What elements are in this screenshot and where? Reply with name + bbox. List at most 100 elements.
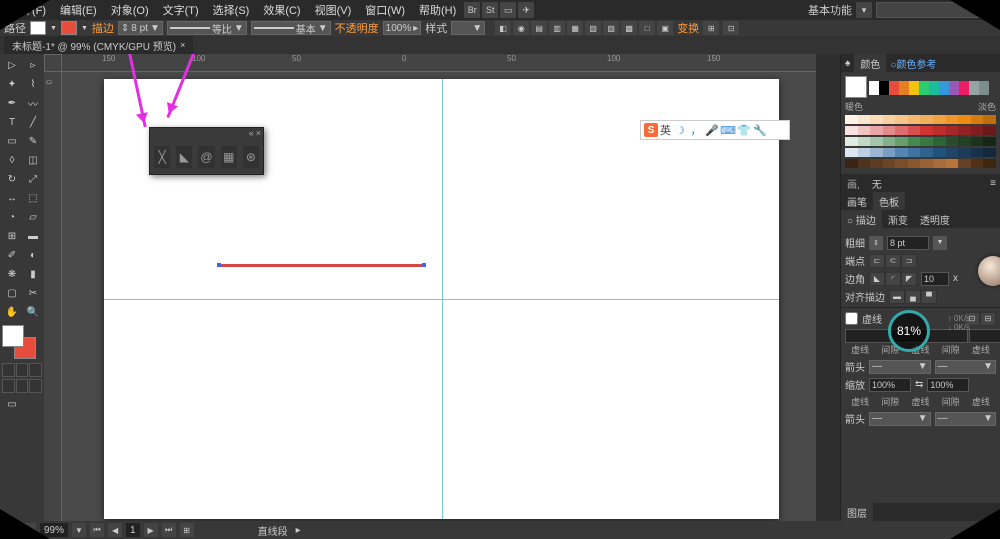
mesh-tool[interactable]: ⊞ bbox=[2, 227, 22, 245]
perspective-tool[interactable]: ▱ bbox=[23, 208, 43, 226]
width-profile-dropdown[interactable]: 等比▼ bbox=[167, 21, 247, 35]
symbol-sprayer-tool[interactable]: ❋ bbox=[2, 265, 22, 283]
align-outside-stroke-icon[interactable]: ▀ bbox=[921, 290, 937, 304]
blend-tool[interactable]: ◐ bbox=[23, 246, 43, 264]
spectrum-cell[interactable] bbox=[908, 137, 921, 146]
spectrum-cell[interactable] bbox=[920, 137, 933, 146]
spectrum-cell[interactable] bbox=[946, 126, 959, 135]
brush-spiral-icon[interactable]: @ bbox=[198, 146, 214, 168]
bridge-icon[interactable]: Br bbox=[464, 2, 480, 18]
panel-menu-icon[interactable]: ≡ bbox=[986, 178, 1000, 189]
spectrum-cell[interactable] bbox=[958, 115, 971, 124]
spectrum-cell[interactable] bbox=[920, 126, 933, 135]
spectrum-cell[interactable] bbox=[983, 159, 996, 168]
spectrum-cell[interactable] bbox=[870, 126, 883, 135]
spectrum-cell[interactable] bbox=[933, 137, 946, 146]
fill-color[interactable] bbox=[2, 325, 24, 347]
send-icon[interactable]: ✈ bbox=[518, 2, 534, 18]
align-icon[interactable]: ◧ bbox=[495, 21, 511, 35]
fill-dropdown-icon[interactable]: ▼ bbox=[50, 25, 57, 32]
graph-tool[interactable]: ▮ bbox=[23, 265, 43, 283]
scale-start-input[interactable] bbox=[869, 378, 911, 392]
document-tab[interactable]: 未标题-1* @ 99% (CMYK/GPU 预览) × bbox=[4, 36, 193, 55]
layers-tab[interactable]: 图层 bbox=[841, 503, 873, 522]
spectrum-cell[interactable] bbox=[983, 148, 996, 157]
opacity-label[interactable]: 不透明度 bbox=[335, 20, 379, 36]
spectrum-cell[interactable] bbox=[958, 148, 971, 157]
spectrum-cell[interactable] bbox=[983, 115, 996, 124]
artboard-tool[interactable]: ▢ bbox=[2, 284, 22, 302]
spectrum-cell[interactable] bbox=[933, 126, 946, 135]
spectrum-cell[interactable] bbox=[971, 137, 984, 146]
align-inside-stroke-icon[interactable]: ▄ bbox=[905, 290, 921, 304]
spectrum-cell[interactable] bbox=[946, 159, 959, 168]
brush-none[interactable]: ╳ bbox=[154, 146, 170, 168]
direct-selection-tool[interactable]: ▹ bbox=[23, 56, 43, 74]
color-spectrum[interactable] bbox=[845, 115, 996, 168]
guide-vertical[interactable] bbox=[442, 79, 443, 519]
curvature-tool[interactable]: 〰 bbox=[23, 94, 43, 112]
spectrum-cell[interactable] bbox=[895, 126, 908, 135]
spectrum-cell[interactable] bbox=[895, 115, 908, 124]
spectrum-cell[interactable] bbox=[895, 137, 908, 146]
brush-profile-dropdown[interactable]: 基本▼ bbox=[251, 21, 331, 35]
transparency-tab[interactable]: 透明度 bbox=[914, 210, 956, 229]
scale-end-input[interactable] bbox=[927, 378, 969, 392]
menu-object[interactable]: 对象(O) bbox=[105, 0, 155, 20]
spectrum-cell[interactable] bbox=[870, 148, 883, 157]
palette-tab[interactable]: 色板 bbox=[873, 192, 905, 211]
brush-panel[interactable]: « × ╳ ◣ @ ▦ ⊛ bbox=[149, 127, 264, 175]
opacity-input[interactable]: 100%▸ bbox=[383, 21, 422, 35]
arrow-end-dropdown[interactable]: —▼ bbox=[935, 360, 997, 374]
fill-stroke-box[interactable] bbox=[2, 325, 36, 359]
spectrum-cell[interactable] bbox=[971, 159, 984, 168]
spectrum-cell[interactable] bbox=[858, 148, 871, 157]
draw-behind-icon[interactable] bbox=[16, 379, 29, 393]
spectrum-cell[interactable] bbox=[870, 115, 883, 124]
swatch-cell[interactable] bbox=[929, 81, 939, 95]
pen-tool[interactable]: ✒ bbox=[2, 94, 22, 112]
scale-tool[interactable]: ⤢ bbox=[23, 170, 43, 188]
ime-toolbar[interactable]: S 英 ☽ ， 🎤 ⌨ 👕 🔧 bbox=[640, 120, 790, 140]
spectrum-cell[interactable] bbox=[883, 126, 896, 135]
menu-edit[interactable]: 编辑(E) bbox=[54, 0, 103, 20]
type-tool[interactable]: T bbox=[2, 113, 22, 131]
menu-help[interactable]: 帮助(H) bbox=[413, 0, 462, 20]
spectrum-cell[interactable] bbox=[971, 148, 984, 157]
dash-checkbox[interactable] bbox=[845, 312, 858, 325]
workspace-dropdown-icon[interactable]: ▾ bbox=[856, 2, 872, 18]
shape-builder-tool[interactable]: ◔ bbox=[2, 208, 22, 226]
corner-miter-icon[interactable]: ◣ bbox=[869, 272, 885, 286]
spectrum-cell[interactable] bbox=[870, 137, 883, 146]
status-dropdown-icon[interactable]: ▸ bbox=[296, 525, 301, 536]
ime-mic-icon[interactable]: 🎤 bbox=[705, 123, 719, 137]
spectrum-cell[interactable] bbox=[883, 115, 896, 124]
spectrum-cell[interactable] bbox=[845, 148, 858, 157]
weight-dropdown-icon[interactable]: ▼ bbox=[933, 236, 947, 250]
stroke-tab[interactable]: ○ 描边 bbox=[841, 210, 882, 229]
lasso-tool[interactable]: ⌇ bbox=[23, 75, 43, 93]
cap-square-icon[interactable]: ⊐ bbox=[901, 254, 917, 268]
recolor-icon[interactable]: ◉ bbox=[513, 21, 529, 35]
spectrum-cell[interactable] bbox=[946, 137, 959, 146]
menu-window[interactable]: 窗口(W) bbox=[359, 0, 411, 20]
stroke-swatch[interactable] bbox=[61, 21, 77, 35]
brush-tab[interactable]: 画笔 bbox=[841, 192, 873, 211]
artboard-prev3-icon[interactable]: ◀ bbox=[108, 523, 122, 537]
swatch-cell[interactable] bbox=[959, 81, 969, 95]
magic-wand-tool[interactable]: ✦ bbox=[2, 75, 22, 93]
ime-punct-icon[interactable]: ， bbox=[689, 123, 703, 137]
spectrum-cell[interactable] bbox=[908, 115, 921, 124]
ime-tool-icon[interactable]: 🔧 bbox=[753, 123, 767, 137]
draw-inside-icon[interactable] bbox=[29, 379, 42, 393]
free-transform-tool[interactable]: ⬚ bbox=[23, 189, 43, 207]
swatch-cell[interactable] bbox=[949, 81, 959, 95]
eraser-tool[interactable]: ◫ bbox=[23, 151, 43, 169]
menu-select[interactable]: 选择(S) bbox=[207, 0, 256, 20]
spectrum-cell[interactable] bbox=[933, 115, 946, 124]
dash-align-icon[interactable]: ⊟ bbox=[980, 312, 996, 326]
isolate-icon[interactable]: ⊡ bbox=[723, 21, 739, 35]
ime-keyboard-icon[interactable]: ⌨ bbox=[721, 123, 735, 137]
align-left-icon[interactable]: ▤ bbox=[531, 21, 547, 35]
arrow-start-dropdown[interactable]: —▼ bbox=[869, 360, 931, 374]
